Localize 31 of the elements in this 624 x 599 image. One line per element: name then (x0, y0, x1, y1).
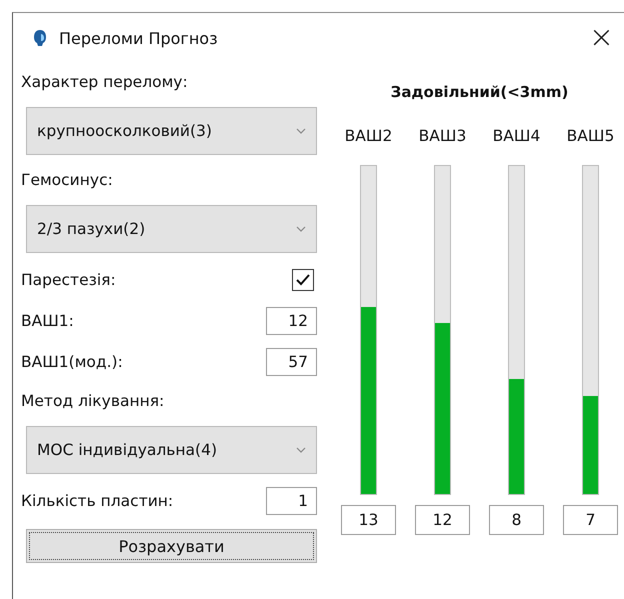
field-label: Характер перелому: (21, 72, 189, 93)
value-field: 12 (415, 505, 470, 535)
checkbox[interactable] (292, 268, 314, 290)
bar-label: ВАШ4 (492, 127, 540, 147)
result-title: Задовільний(<3mm) (390, 83, 568, 101)
dropdown[interactable]: МОС індивідуальна(4) (26, 426, 317, 474)
bar-label: ВАШ2 (344, 127, 392, 147)
caret-icon (296, 226, 306, 232)
input-field[interactable]: 57 (266, 348, 317, 376)
checkmark-icon (296, 274, 310, 286)
input-field[interactable]: 1 (266, 486, 317, 514)
input-field[interactable]: 12 (266, 306, 317, 334)
field-label: Гемосинус: (21, 170, 114, 191)
bar-label: ВАШ3 (418, 127, 466, 147)
field-label: Парестезія: (21, 270, 116, 290)
window-title: Переломи Прогноз (59, 28, 219, 48)
field-label: Метод лікування: (21, 391, 166, 412)
value-field: 7 (563, 505, 618, 535)
field-label: Кількість пластин: (21, 490, 174, 512)
value-field: 8 (489, 505, 544, 535)
calculate-button[interactable]: Розрахувати (26, 529, 317, 563)
app-icon (33, 29, 47, 47)
close-button[interactable]: × (578, 23, 624, 53)
caret-icon (296, 128, 306, 134)
dropdown[interactable]: крупноосколковий(3) (26, 107, 317, 155)
bar-label: ВАШ5 (566, 127, 614, 147)
caret-icon (296, 447, 306, 453)
field-label: ВАШ1: (21, 310, 74, 332)
dropdown[interactable]: 2/3 пазухи(2) (26, 205, 317, 253)
value-field: 13 (341, 505, 396, 535)
field-label: ВАШ1(мод.): (21, 352, 123, 372)
